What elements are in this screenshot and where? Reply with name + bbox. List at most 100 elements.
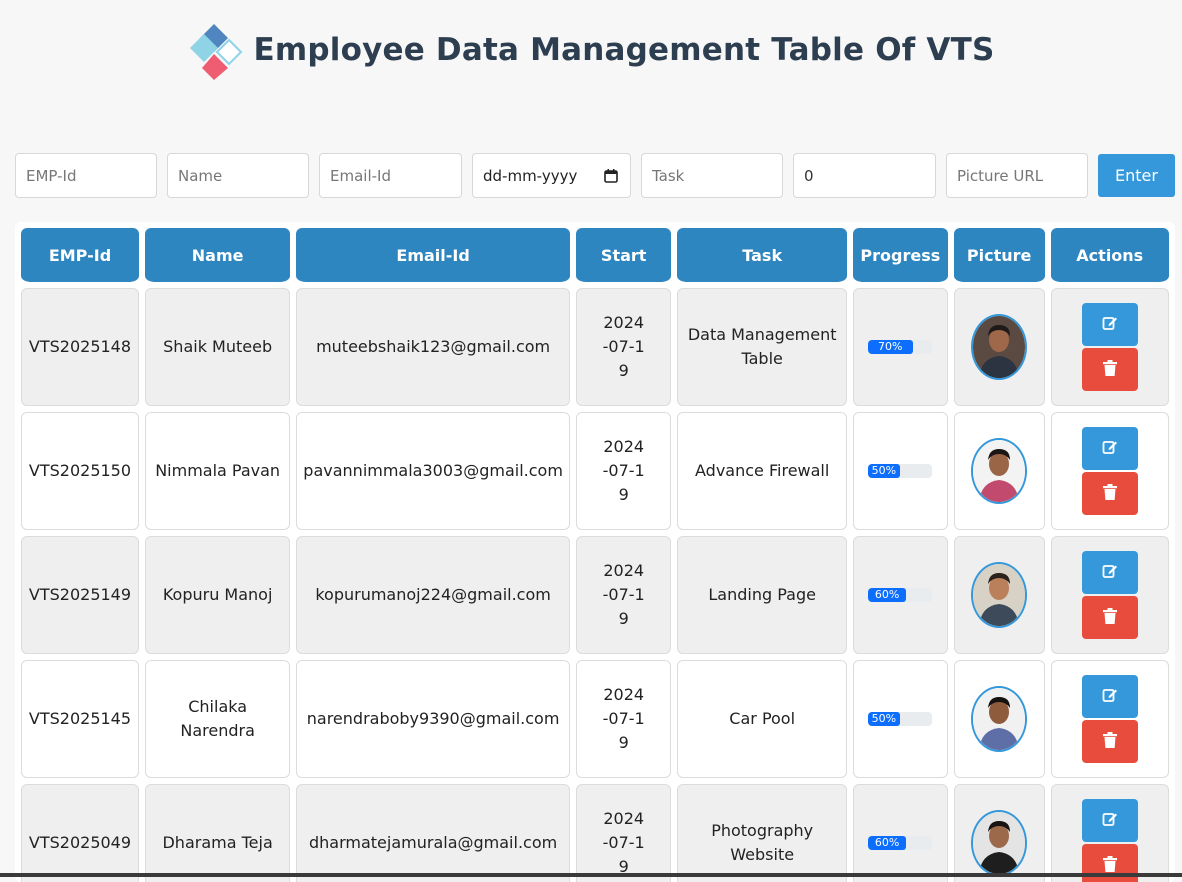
cell-emp-id: VTS2025049 (21, 784, 139, 882)
cell-actions (1050, 660, 1169, 778)
task-input[interactable] (641, 153, 783, 198)
cell-emp-id: VTS2025145 (21, 660, 139, 778)
cell-task: Advance Firewall (677, 412, 847, 530)
table-row: VTS2025149 Kopuru Manoj kopurumanoj224@g… (21, 536, 1169, 654)
progress-bar: 50% (867, 712, 932, 726)
cell-picture (953, 412, 1045, 530)
cell-progress: 60% (852, 536, 948, 654)
cell-name: Dharama Teja (144, 784, 291, 882)
cell-task: Photography Website (677, 784, 847, 882)
cell-email: pavannimmala3003@gmail.com (296, 412, 570, 530)
progress-fill: 60% (867, 836, 907, 850)
calendar-icon[interactable] (604, 168, 618, 183)
cell-actions (1050, 536, 1169, 654)
start-date: 2024-07-19 (602, 809, 645, 876)
cell-start: 2024-07-19 (575, 660, 672, 778)
progress-input[interactable] (793, 153, 936, 198)
edit-button[interactable] (1081, 427, 1138, 470)
employee-table: EMP-Id Name Email-Id Start Task Progress… (15, 222, 1175, 882)
cell-actions (1050, 784, 1169, 882)
cell-task: Data Management Table (677, 288, 847, 406)
cell-email: dharmatejamurala@gmail.com (296, 784, 570, 882)
cell-start: 2024-07-19 (575, 412, 672, 530)
delete-button[interactable] (1081, 472, 1138, 515)
trash-icon (1102, 608, 1117, 627)
delete-button[interactable] (1081, 720, 1138, 763)
name-input[interactable] (167, 153, 309, 198)
cell-progress: 50% (852, 660, 948, 778)
progress-fill: 50% (867, 464, 900, 478)
table-row: VTS2025049 Dharama Teja dharmatejamurala… (21, 784, 1169, 882)
cell-task: Landing Page (677, 536, 847, 654)
employee-avatar (971, 686, 1028, 752)
header-emp-id: EMP-Id (21, 228, 139, 282)
table-row: VTS2025150 Nimmala Pavan pavannimmala300… (21, 412, 1169, 530)
table-row: VTS2025148 Shaik Muteeb muteebshaik123@g… (21, 288, 1169, 406)
edit-button[interactable] (1081, 551, 1138, 594)
header-email: Email-Id (296, 228, 570, 282)
cell-start: 2024-07-19 (575, 784, 672, 882)
cell-emp-id: VTS2025149 (21, 536, 139, 654)
header-task: Task (677, 228, 847, 282)
cell-picture (953, 536, 1045, 654)
progress-bar: 60% (867, 836, 932, 850)
start-date-input[interactable]: dd-mm-yyyy (472, 153, 631, 198)
header-actions: Actions (1050, 228, 1169, 282)
cell-name: Nimmala Pavan (144, 412, 291, 530)
cell-actions (1050, 288, 1169, 406)
start-date: 2024-07-19 (602, 561, 645, 628)
cell-start: 2024-07-19 (575, 536, 672, 654)
picture-url-input[interactable] (946, 153, 1088, 198)
cell-name: Shaik Muteeb (144, 288, 291, 406)
cell-email: muteebshaik123@gmail.com (296, 288, 570, 406)
app-logo (187, 18, 246, 82)
start-date: 2024-07-19 (602, 313, 645, 380)
progress-fill: 70% (867, 340, 913, 354)
date-placeholder: dd-mm-yyyy (483, 166, 578, 185)
window-bottom-edge (0, 873, 1182, 877)
cell-progress: 70% (852, 288, 948, 406)
emp-id-input[interactable] (15, 153, 157, 198)
edit-icon (1102, 811, 1118, 830)
employee-avatar (971, 314, 1028, 380)
cell-name: Kopuru Manoj (144, 536, 291, 654)
progress-bar: 60% (867, 588, 932, 602)
cell-progress: 60% (852, 784, 948, 882)
edit-button[interactable] (1081, 675, 1138, 718)
cell-email: narendraboby9390@gmail.com (296, 660, 570, 778)
cell-emp-id: VTS2025150 (21, 412, 139, 530)
trash-icon (1102, 484, 1117, 503)
trash-icon (1102, 360, 1117, 379)
edit-button[interactable] (1081, 799, 1138, 842)
progress-fill: 50% (867, 712, 900, 726)
employee-avatar (971, 562, 1028, 628)
page-header: Employee Data Management Table Of VTS (0, 18, 1182, 82)
progress-bar: 50% (867, 464, 932, 478)
delete-button[interactable] (1081, 596, 1138, 639)
header-progress: Progress (852, 228, 948, 282)
cell-emp-id: VTS2025148 (21, 288, 139, 406)
enter-button[interactable]: Enter (1098, 154, 1175, 197)
cell-start: 2024-07-19 (575, 288, 672, 406)
cell-task: Car Pool (677, 660, 847, 778)
delete-button[interactable] (1081, 348, 1138, 391)
cell-actions (1050, 412, 1169, 530)
edit-button[interactable] (1081, 303, 1138, 346)
header-name: Name (144, 228, 291, 282)
table-row: VTS2025145 Chilaka Narendra narendraboby… (21, 660, 1169, 778)
cell-picture (953, 784, 1045, 882)
trash-icon (1102, 732, 1117, 751)
edit-icon (1102, 439, 1118, 458)
header-picture: Picture (953, 228, 1045, 282)
edit-icon (1102, 563, 1118, 582)
cell-progress: 50% (852, 412, 948, 530)
progress-bar: 70% (867, 340, 932, 354)
employee-table-container: EMP-Id Name Email-Id Start Task Progress… (15, 222, 1175, 882)
progress-fill: 60% (867, 588, 907, 602)
cell-email: kopurumanoj224@gmail.com (296, 536, 570, 654)
start-date: 2024-07-19 (602, 437, 645, 504)
employee-avatar (971, 438, 1028, 504)
email-input[interactable] (319, 153, 462, 198)
edit-icon (1102, 687, 1118, 706)
employee-avatar (971, 810, 1028, 876)
